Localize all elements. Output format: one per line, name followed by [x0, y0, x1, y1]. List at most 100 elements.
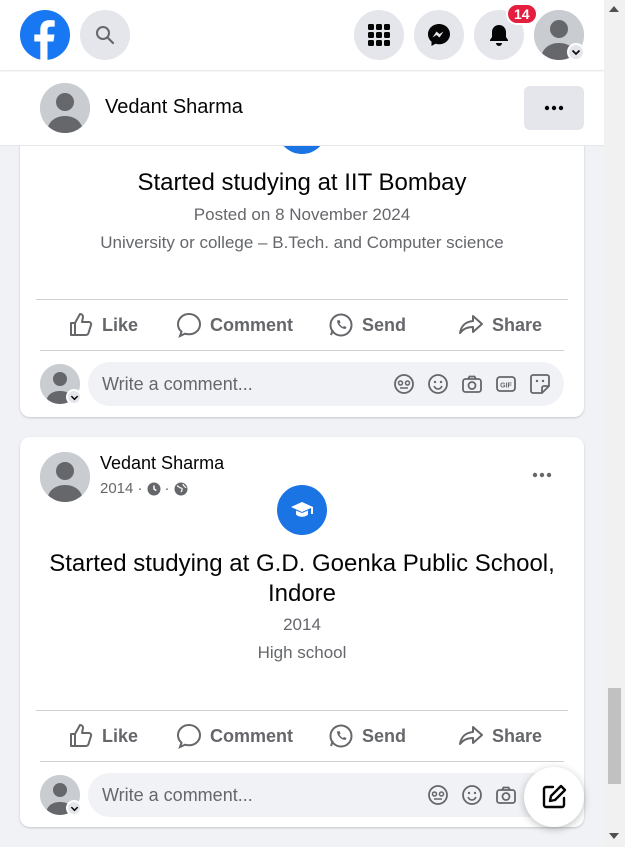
whatsapp-icon	[329, 313, 353, 337]
photo-button[interactable]	[460, 372, 484, 396]
clock-icon	[147, 482, 161, 495]
comment-bubble-icon	[176, 723, 202, 749]
send-button[interactable]: Send	[328, 723, 406, 749]
camera-icon	[496, 786, 516, 804]
comment-composer: Write a comment... GIF	[40, 362, 584, 406]
life-event-title: Started studying at G.D. Goenka Public S…	[49, 550, 555, 607]
emoji-button[interactable]	[426, 372, 450, 396]
life-event-date: Posted on 8 November 2024	[193, 205, 411, 224]
commenter-avatar-chevron[interactable]	[66, 389, 82, 405]
share-button[interactable]: Share	[458, 312, 542, 338]
share-label: Share	[492, 725, 543, 746]
bell-icon	[490, 25, 508, 46]
gif-icon: GIF	[496, 376, 516, 392]
scroll-up-arrow[interactable]	[609, 6, 619, 12]
send-button[interactable]: Send	[328, 312, 406, 338]
globe-icon	[174, 482, 188, 495]
sticker-button[interactable]	[528, 372, 552, 396]
life-event-date: 2014	[283, 615, 321, 634]
share-button[interactable]: Share	[458, 723, 542, 749]
profile-name[interactable]: Vedant Sharma	[105, 96, 243, 119]
comment-label: Comment	[210, 314, 294, 335]
like-label: Like	[102, 725, 139, 746]
messenger-icon	[428, 24, 450, 46]
grid-menu-icon	[368, 24, 390, 46]
comment-bubble-icon	[176, 312, 202, 338]
avatar-sticker-icon	[428, 785, 448, 805]
top-navigation-bar: 14	[0, 0, 604, 70]
smiley-icon	[462, 785, 482, 805]
life-event-detail: University or college – B.Tech. and Comp…	[100, 233, 504, 252]
search-button[interactable]	[80, 10, 130, 60]
comment-tools: GIF	[392, 372, 552, 396]
whatsapp-icon	[329, 724, 353, 748]
comment-button[interactable]: Comment	[176, 312, 293, 338]
like-button[interactable]: Like	[68, 312, 138, 338]
post-meta: 2014 · ·	[100, 480, 188, 497]
like-button[interactable]: Like	[68, 723, 138, 749]
thumbs-up-icon	[70, 313, 93, 336]
more-horizontal-icon	[532, 472, 552, 478]
avatar-icon	[40, 452, 90, 502]
comment-placeholder: Write a comment...	[102, 374, 253, 394]
share-arrow-icon	[459, 726, 483, 745]
post-author-name[interactable]: Vedant Sharma	[100, 453, 224, 474]
avatar-icon	[40, 83, 90, 133]
more-horizontal-icon	[544, 105, 564, 111]
post-actions: Like Comment Send Share	[40, 711, 564, 761]
avatar-sticker-button[interactable]	[392, 372, 416, 396]
compose-icon	[542, 784, 567, 809]
comment-input[interactable]: Write a comment... GIF	[88, 773, 564, 817]
share-label: Share	[492, 314, 543, 335]
comment-placeholder: Write a comment...	[102, 785, 253, 805]
post-author-avatar[interactable]	[40, 452, 90, 502]
life-event-post: Vedant Sharma 2014 · · Started studying …	[20, 437, 584, 827]
profile-avatar[interactable]	[40, 83, 90, 133]
new-message-button[interactable]	[524, 767, 584, 827]
avatar-sticker-icon	[394, 374, 414, 394]
gif-button[interactable]: GIF	[494, 372, 518, 396]
scrollbar-thumb[interactable]	[608, 688, 621, 784]
comment-input[interactable]: Write a comment... GIF	[88, 362, 564, 406]
sticker-icon	[530, 374, 550, 394]
graduation-cap-icon	[291, 502, 313, 517]
profile-more-button[interactable]	[524, 86, 584, 130]
comment-composer: Write a comment... GIF	[40, 773, 584, 817]
profile-sticky-header: Vedant Sharma	[0, 70, 604, 146]
page-scrollbar[interactable]	[604, 0, 625, 847]
emoji-button[interactable]	[460, 783, 484, 807]
search-icon	[96, 26, 115, 45]
meta-separator: ·	[164, 480, 170, 497]
svg-text:GIF: GIF	[500, 383, 512, 390]
smiley-icon	[428, 374, 448, 394]
post-more-button[interactable]	[528, 461, 556, 489]
post-year[interactable]: 2014 ·	[100, 480, 143, 497]
menu-button[interactable]	[354, 10, 404, 60]
life-event-badge	[277, 485, 327, 535]
send-label: Send	[362, 725, 407, 746]
chevron-down-icon	[70, 806, 78, 811]
chevron-down-icon	[70, 395, 78, 400]
commenter-avatar-chevron[interactable]	[66, 800, 82, 816]
notification-count-badge: 14	[506, 3, 538, 25]
facebook-logo-icon[interactable]	[20, 10, 70, 60]
comment-label: Comment	[210, 725, 294, 746]
life-event-detail: High school	[257, 643, 347, 662]
avatar-sticker-button[interactable]	[426, 783, 450, 807]
life-event-post: Started studying at IIT Bombay Posted on…	[20, 120, 584, 417]
chevron-down-icon	[571, 49, 581, 56]
divider	[40, 761, 564, 762]
like-label: Like	[102, 314, 139, 335]
send-label: Send	[362, 314, 407, 335]
share-arrow-icon	[459, 315, 483, 334]
life-event-title: Started studying at IIT Bombay	[137, 169, 467, 196]
post-actions: Like Comment Send Share	[40, 300, 564, 350]
scroll-down-arrow[interactable]	[609, 833, 619, 839]
account-menu-chevron[interactable]	[567, 43, 585, 61]
messenger-button[interactable]	[414, 10, 464, 60]
comment-button[interactable]: Comment	[176, 723, 293, 749]
divider	[40, 350, 564, 351]
thumbs-up-icon	[70, 724, 93, 747]
camera-icon	[462, 375, 482, 393]
photo-button[interactable]	[494, 783, 518, 807]
